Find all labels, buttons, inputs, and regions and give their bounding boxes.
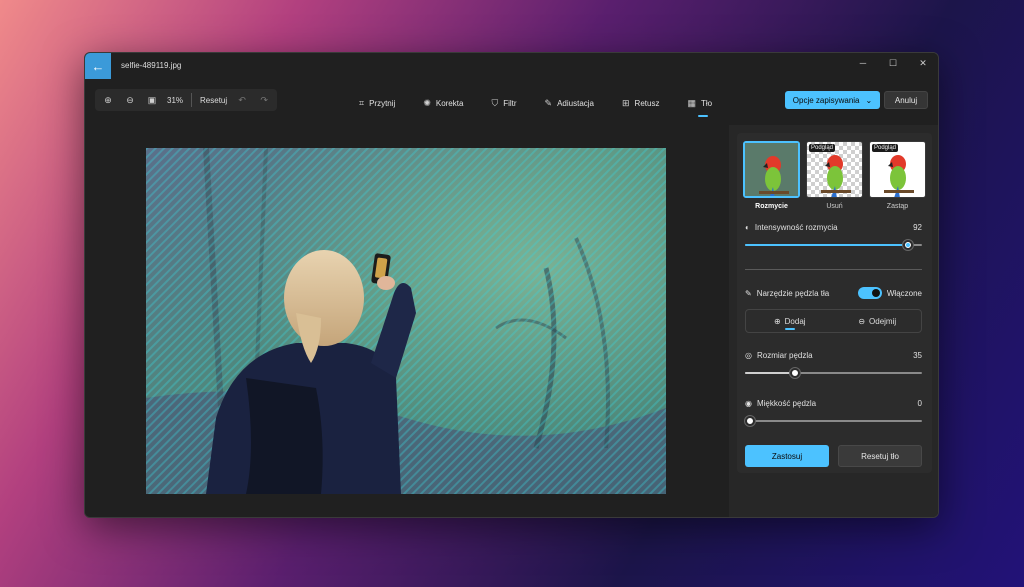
brush-softness-value: 0 (917, 399, 922, 408)
mode-replace[interactable]: Podgląd Zastąp (869, 141, 926, 210)
tool-label: Adiustacja (557, 98, 594, 108)
zoom-out-icon[interactable]: ⊖ (123, 95, 137, 106)
zoom-bar: ⊕ ⊖ ▣ 31% Resetuj ↶ ↷ (95, 89, 278, 111)
crop-icon: ⌗ (359, 97, 365, 108)
tool-filter[interactable]: ⛉ Filtr (477, 95, 530, 111)
tool-label: Tło (700, 98, 713, 108)
section-divider (745, 269, 922, 270)
brush-toggle[interactable] (857, 287, 882, 299)
edit-tools: ⌗ Przytnij ✺ Korekta ⛉ Filtr ✎ Adiustacj… (345, 95, 726, 111)
thumbnail-replace[interactable]: Podgląd (869, 141, 926, 198)
parrot-image (745, 143, 798, 196)
brush-tool-row: ✎ Narzędzie pędzla tła Włączone (745, 287, 922, 299)
contrast-icon: ◐ (745, 223, 750, 232)
preview-badge: Podgląd (872, 144, 899, 152)
redo-icon[interactable]: ↷ (257, 95, 271, 106)
title-bar: ← selfie-489119.jpg ─ ☐ ✕ (85, 53, 938, 79)
tool-retouch[interactable]: ⊞ Retusz (608, 95, 673, 111)
brush-size-row: ◎ Rozmiar pędzla 35 (745, 351, 922, 360)
slider-thumb[interactable] (745, 416, 755, 426)
undo-icon[interactable]: ↶ (235, 95, 249, 106)
brush-size-value: 35 (913, 351, 922, 360)
close-icon[interactable]: ✕ (908, 53, 938, 73)
tool-label: Retusz (634, 98, 660, 108)
save-options-button[interactable]: Opcje zapisywania ⌄ (785, 91, 880, 109)
slider-fill (745, 244, 908, 246)
mode-label: Usuń (826, 203, 843, 210)
tool-crop[interactable]: ⌗ Przytnij (345, 95, 409, 111)
brush-icon: ✎ (745, 288, 752, 298)
blur-intensity-slider[interactable] (745, 240, 922, 250)
add-button[interactable]: ⊕ Dodaj (746, 310, 834, 332)
toolbar: ⊕ ⊖ ▣ 31% Resetuj ↶ ↷ ⌗ Przytnij ✺ Korek… (85, 87, 938, 117)
target-icon: ◎ (745, 351, 752, 360)
background-options: Rozmycie Podgląd Usuń Podgląd Zastąp ◐ I… (737, 133, 932, 473)
tool-markup[interactable]: ✎ Adiustacja (531, 95, 608, 111)
photos-app-window: ← selfie-489119.jpg ─ ☐ ✕ ⊕ ⊖ ▣ 31% Rese… (84, 52, 939, 518)
mode-blur[interactable]: Rozmycie (743, 141, 800, 210)
save-options-label: Opcje zapisywania (792, 95, 860, 105)
retouch-icon: ⊞ (622, 97, 630, 108)
mode-label: Zastąp (886, 203, 909, 210)
apply-button[interactable]: Zastosuj (745, 445, 829, 467)
zoom-level: 31% (167, 95, 184, 105)
tool-background[interactable]: ▦ Tło (673, 95, 726, 111)
pen-icon: ✎ (544, 97, 553, 108)
reset-background-button[interactable]: Resetuj tło (838, 445, 922, 467)
tool-adjust[interactable]: ✺ Korekta (409, 95, 477, 111)
slider-thumb[interactable] (902, 240, 913, 250)
brush-softness-slider[interactable] (745, 416, 922, 426)
filter-icon: ⛉ (491, 97, 499, 108)
blur-intensity-row: ◐ Intensywność rozmycia 92 (745, 223, 922, 232)
slider-fill (745, 372, 795, 374)
brush-softness-row: ◉ Miękkość pędzla 0 (745, 399, 922, 408)
chevron-down-icon: ⌄ (865, 95, 873, 105)
thumbnail-remove[interactable]: Podgląd (806, 141, 863, 198)
brush-mode-segment: ⊕ Dodaj ⊖ Odejmij (745, 309, 922, 333)
background-mode-thumbnails: Rozmycie Podgląd Usuń Podgląd Zastąp (743, 141, 926, 210)
fit-to-window-icon[interactable]: ▣ (145, 95, 159, 106)
add-label: Dodaj (784, 316, 806, 326)
back-arrow-icon: ← (91, 58, 105, 74)
window-title: selfie-489119.jpg (121, 61, 182, 70)
subtract-label: Odejmij (869, 316, 897, 326)
maximize-icon[interactable]: ☐ (878, 53, 908, 73)
circle-dot-icon: ◉ (745, 399, 752, 408)
zoom-divider (191, 93, 193, 107)
background-icon: ▦ (687, 97, 696, 108)
slider-thumb[interactable] (789, 368, 800, 378)
background-panel: Rozmycie Podgląd Usuń Podgląd Zastąp ◐ I… (729, 125, 938, 517)
cancel-button[interactable]: Anuluj (884, 91, 928, 109)
mode-label: Rozmycie (755, 203, 788, 210)
thumbnail-blur[interactable] (743, 141, 800, 198)
zoom-in-icon[interactable]: ⊕ (101, 95, 115, 106)
minus-circle-icon: ⊖ (858, 316, 866, 326)
preview-badge: Podgląd (809, 144, 836, 152)
blur-intensity-value: 92 (913, 223, 922, 232)
mode-remove[interactable]: Podgląd Usuń (806, 141, 863, 210)
brush-toggle-label: Włączone (886, 288, 922, 298)
selfie-photo (146, 148, 666, 494)
tool-label: Filtr (503, 98, 517, 108)
plus-circle-icon: ⊕ (773, 316, 781, 326)
brush-size-label: Rozmiar pędzla (756, 351, 813, 360)
minimize-icon[interactable]: ─ (848, 53, 878, 73)
brush-size-slider[interactable] (745, 368, 922, 378)
brush-softness-label: Miękkość pędzla (756, 399, 817, 408)
brush-tool-label: Narzędzie pędzla tła (756, 288, 830, 298)
tool-label: Przytnij (369, 98, 396, 108)
window-controls: ─ ☐ ✕ (848, 53, 938, 73)
blur-intensity-label: Intensywność rozmycia (754, 223, 838, 232)
subtract-button[interactable]: ⊖ Odejmij (834, 310, 922, 332)
brightness-icon: ✺ (423, 97, 431, 108)
photo-canvas[interactable] (146, 148, 666, 494)
canvas-area (85, 125, 729, 517)
tool-label: Korekta (435, 98, 464, 108)
back-button[interactable]: ← (85, 53, 111, 79)
reset-button[interactable]: Resetuj (200, 96, 227, 105)
